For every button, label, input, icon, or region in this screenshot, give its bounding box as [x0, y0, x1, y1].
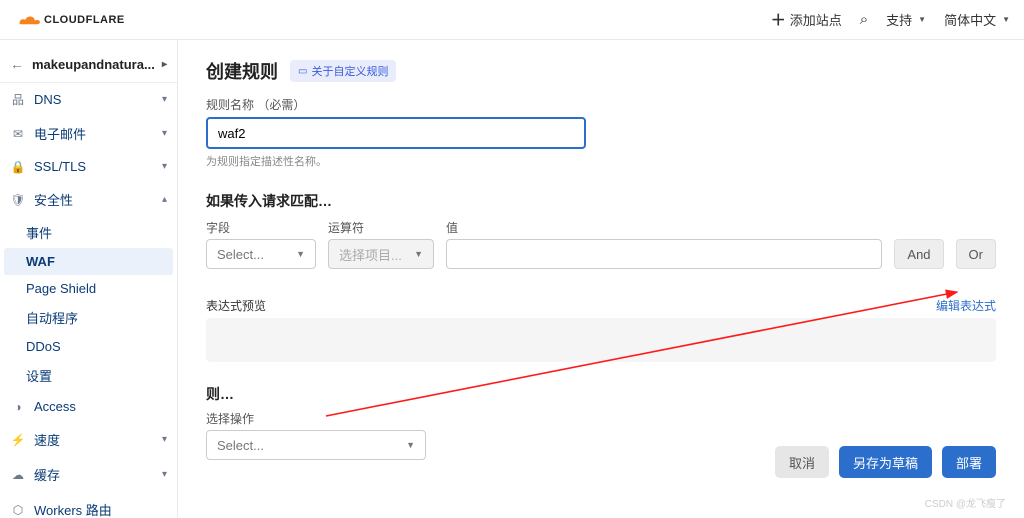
dns-icon: 品 — [10, 91, 26, 108]
search-button[interactable]: ⌕ — [860, 11, 868, 28]
operator-select-value: 选择项目... — [339, 245, 402, 264]
expression-preview-label: 表达式预览 — [206, 297, 266, 314]
rule-name-input[interactable] — [206, 117, 586, 149]
language-label: 简体中文 — [944, 10, 996, 29]
chevron-down-icon: ▾ — [162, 128, 167, 139]
sidebar-item-label: DNS — [34, 92, 61, 107]
sidebar-item-cache[interactable]: ☁ 缓存 ▾ — [0, 457, 177, 492]
sidebar-item-label: 速度 — [34, 430, 60, 449]
workers-icon: ⬡ — [10, 503, 26, 517]
or-button[interactable]: Or — [956, 239, 996, 269]
sidebar-item-dns[interactable]: 品 DNS ▾ — [0, 83, 177, 116]
cloudflare-icon — [14, 13, 42, 27]
rule-name-label: 规则名称 （必需） — [206, 96, 996, 113]
operator-label: 运算符 — [328, 219, 434, 236]
chevron-down-icon: ▾ — [162, 161, 167, 172]
chevron-down-icon: ▼ — [1002, 15, 1010, 24]
help-link-label: 关于自定义规则 — [311, 63, 388, 79]
logo-text: CLOUDFLARE — [44, 14, 125, 26]
sidebar-item-label: Workers 路由 — [34, 500, 112, 518]
value-input[interactable] — [446, 239, 882, 269]
sidebar-sub-waf[interactable]: WAF — [4, 248, 173, 275]
sidebar-item-label: Access — [34, 399, 76, 414]
and-button[interactable]: And — [894, 239, 943, 269]
sidebar-item-label: 电子邮件 — [34, 124, 86, 143]
sidebar-sub-settings[interactable]: 设置 — [0, 360, 177, 391]
rule-name-hint: 为规则指定描述性名称。 — [206, 153, 996, 169]
watermark: CSDN @龙飞瘦了 — [925, 495, 1006, 510]
chevron-down-icon: ▾ — [162, 94, 167, 105]
lock-icon: 🔒 — [10, 160, 26, 174]
book-icon: ▭ — [298, 66, 307, 77]
plus-icon: ＋ — [771, 9, 786, 30]
cache-icon: ☁ — [10, 468, 26, 482]
chevron-down-icon: ▼ — [414, 249, 423, 259]
sidebar-item-security[interactable]: 🛡 安全性 ▴ — [0, 182, 177, 217]
logo[interactable]: CLOUDFLARE — [14, 13, 125, 27]
field-select[interactable]: Select... ▼ — [206, 239, 316, 269]
chevron-right-icon: ▸ — [162, 59, 167, 70]
site-selector[interactable]: ← makeupandnatura... ▸ — [0, 46, 177, 83]
search-icon: ⌕ — [860, 11, 868, 28]
sidebar-sub-events[interactable]: 事件 — [0, 217, 177, 248]
field-select-value: Select... — [217, 247, 264, 262]
shield-icon: 🛡 — [10, 193, 26, 207]
access-icon: ◑ — [10, 400, 26, 414]
main-content: 创建规则 ▭ 关于自定义规则 规则名称 （必需） 为规则指定描述性名称。 如果传… — [178, 40, 1024, 518]
sidebar-item-speed[interactable]: ⚡ 速度 ▾ — [0, 422, 177, 457]
sidebar-item-workers[interactable]: ⬡ Workers 路由 — [0, 492, 177, 518]
language-menu[interactable]: 简体中文 ▼ — [944, 10, 1010, 29]
email-icon: ✉ — [10, 127, 26, 141]
support-menu[interactable]: 支持 ▼ — [886, 10, 926, 29]
sidebar-item-label: SSL/TLS — [34, 159, 86, 174]
add-site-link[interactable]: ＋ 添加站点 — [771, 9, 842, 30]
sidebar-item-email[interactable]: ✉ 电子邮件 ▾ — [0, 116, 177, 151]
speed-icon: ⚡ — [10, 433, 26, 447]
cancel-button[interactable]: 取消 — [775, 446, 829, 478]
then-section-title: 则… — [206, 384, 996, 404]
site-name: makeupandnatura... — [32, 57, 155, 72]
save-draft-button[interactable]: 另存为草稿 — [839, 446, 932, 478]
chevron-down-icon: ▾ — [162, 469, 167, 480]
deploy-button[interactable]: 部署 — [942, 446, 996, 478]
edit-expression-link[interactable]: 编辑表达式 — [936, 297, 996, 314]
chevron-down-icon: ▼ — [296, 249, 305, 259]
chevron-down-icon: ▼ — [918, 15, 926, 24]
action-select[interactable]: Select... ▼ — [206, 430, 426, 460]
sidebar-item-label: 缓存 — [34, 465, 60, 484]
field-label: 字段 — [206, 219, 316, 236]
sidebar-item-ssl[interactable]: 🔒 SSL/TLS ▾ — [0, 151, 177, 182]
action-label: 选择操作 — [206, 410, 996, 427]
back-arrow-icon: ← — [10, 56, 26, 72]
sidebar-item-label: 安全性 — [34, 190, 73, 209]
sidebar-sub-ddos[interactable]: DDoS — [0, 333, 177, 360]
chevron-down-icon: ▼ — [406, 440, 415, 450]
support-label: 支持 — [886, 10, 912, 29]
add-site-label: 添加站点 — [790, 10, 842, 29]
sidebar-sub-pageshield[interactable]: Page Shield — [0, 275, 177, 302]
sidebar: ← makeupandnatura... ▸ 品 DNS ▾ ✉ 电子邮件 ▾ … — [0, 40, 178, 518]
sidebar-item-access[interactable]: ◑ Access — [0, 391, 177, 422]
value-label: 值 — [446, 219, 882, 236]
expression-preview-box — [206, 318, 996, 362]
operator-select[interactable]: 选择项目... ▼ — [328, 239, 434, 269]
action-select-value: Select... — [217, 438, 264, 453]
chevron-down-icon: ▾ — [162, 434, 167, 445]
chevron-up-icon: ▴ — [162, 194, 167, 205]
sidebar-sub-bots[interactable]: 自动程序 — [0, 302, 177, 333]
match-section-title: 如果传入请求匹配… — [206, 191, 996, 211]
help-about-custom-rules[interactable]: ▭ 关于自定义规则 — [290, 60, 396, 82]
page-title: 创建规则 — [206, 58, 278, 84]
